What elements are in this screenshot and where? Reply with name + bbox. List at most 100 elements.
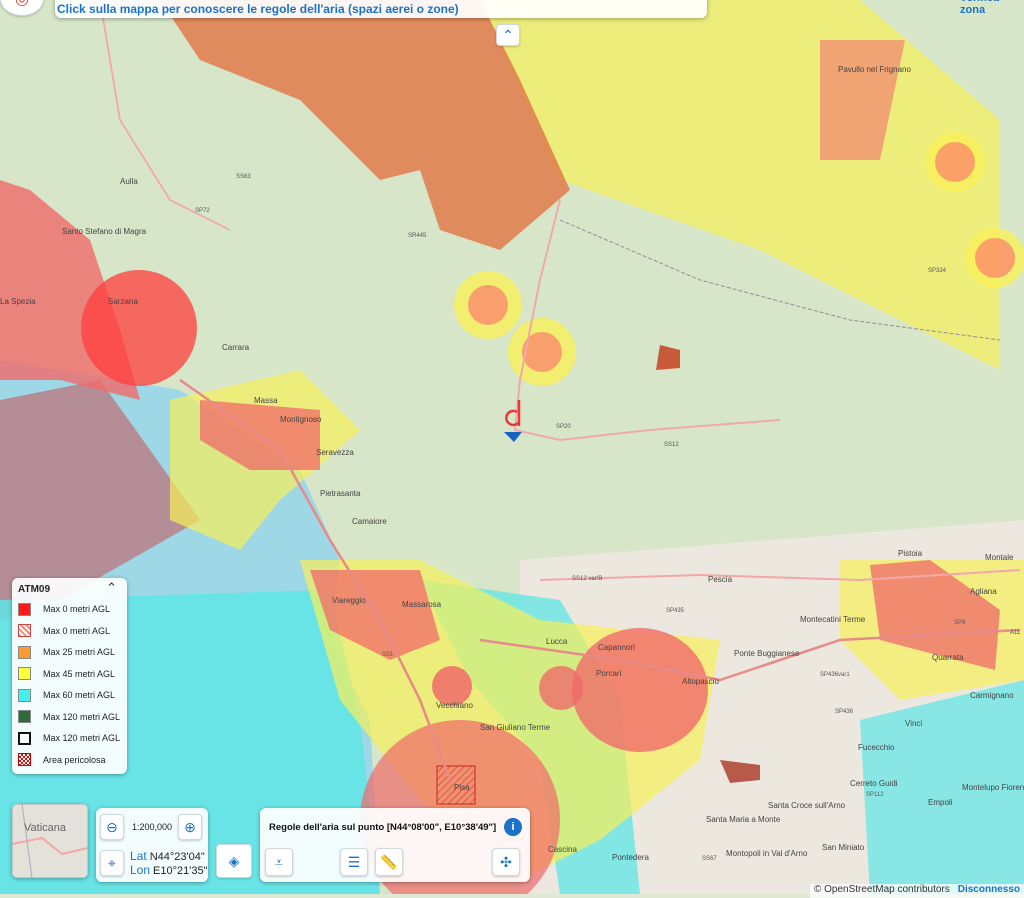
label-santa-croce: Santa Croce sull'Arno (768, 801, 846, 810)
locate-me-button[interactable]: ⌖ (100, 850, 124, 876)
attribution-text[interactable]: © OpenStreetMap contributors (814, 884, 950, 895)
label-pontedera: Pontedera (612, 853, 649, 862)
road-label-sp9: SP9 (954, 620, 966, 626)
label-fucecchio: Fucecchio (858, 743, 895, 752)
legend-item: Max 45 metri AGL (18, 665, 115, 683)
search-text: Click sulla mappa per conoscere le regol… (57, 2, 459, 16)
label-montale: Montale (985, 553, 1014, 562)
filter-icon: ⩡ (275, 853, 283, 870)
legend-label: Area pericolosa (43, 754, 106, 765)
road-label-sp436: SP436 (835, 709, 854, 715)
filter-button[interactable]: ⩡ (265, 848, 293, 876)
legend-label: Max 0 metri AGL (43, 625, 111, 636)
lon-value: E10°21'35" (153, 865, 208, 877)
zoom-out-button[interactable]: ⊖ (100, 814, 124, 840)
legend-label: Max 120 metri AGL (43, 733, 121, 743)
label-montopoli: Montopoli in Val d'Arno (726, 849, 808, 858)
road-label-ss67: SS67 (702, 856, 717, 862)
legend-item: Max 25 metri AGL (18, 643, 115, 661)
drone-button[interactable]: ✣ (492, 848, 520, 876)
legend-collapse-icon[interactable]: ⌃ (106, 580, 117, 596)
drone-icon: ✣ (500, 853, 512, 870)
lat-value: N44°23'04" (149, 851, 205, 863)
label-san-miniato: San Miniato (822, 843, 865, 852)
chevron-up-icon: ⌃ (502, 26, 514, 43)
ruler-icon: 📏 (380, 853, 398, 870)
lat-label: Lat (130, 849, 147, 863)
ruler-button[interactable]: 📏 (375, 848, 403, 876)
road-label-ss63: SS63 (236, 174, 251, 180)
list-icon: ☰ (347, 853, 361, 870)
label-viareggio: Viareggio (332, 596, 366, 605)
legend-label: Max 60 metri AGL (43, 690, 116, 700)
road-label-sr445: SR445 (408, 233, 427, 239)
scale-label: 1:200,000 (132, 822, 173, 832)
label-cascina: Cascina (548, 845, 577, 854)
air-rules-panel: Regole dell'aria sul punto [N44°08'00", … (260, 808, 530, 882)
road-label-sp435: SP435 (666, 608, 685, 614)
legend-item: Max 120 metri AGL (18, 708, 120, 726)
legend-swatch (18, 710, 31, 723)
label-pistoia: Pistoia (898, 549, 923, 558)
label-pisa: Pisa (454, 783, 470, 792)
list-button[interactable]: ☰ (340, 848, 368, 876)
zoom-in-icon: ⊕ (184, 818, 196, 835)
crosshair-icon: ⌖ (108, 854, 116, 871)
legend-label: Max 0 metri AGL (43, 604, 111, 614)
road-label-a11: A11 (1010, 630, 1021, 636)
legend-label: Max 45 metri AGL (43, 668, 116, 679)
label-pescia: Pescia (708, 575, 733, 584)
label-cerreto: Cerreto Guidi (850, 779, 898, 788)
lon-label: Lon (130, 863, 151, 877)
legend-item: Max 0 metri AGL (18, 622, 110, 640)
legend-label: Max 25 metri AGL (43, 647, 116, 657)
map-canvas[interactable]: Aulla Sarzana Carrara Massa Montignoso S… (0, 0, 1024, 894)
label-empoli: Empoli (928, 798, 953, 807)
zone-0m-lucca-airport (539, 666, 583, 710)
label-montelupo: Montelupo Fiorentino (962, 783, 1024, 792)
zone-0m-sarzana (81, 270, 197, 386)
label-santa-maria: Santa Maria a Monte (706, 815, 781, 824)
legend-panel: ATM09 ⌃ Max 0 metri AGL Max 0 metri AGL Ma… (12, 578, 127, 774)
label-capannori: Capannori (598, 643, 635, 652)
legend-item: Max 60 metri AGL (18, 686, 115, 704)
road-label-sp436var1: SP436var1 (820, 672, 850, 678)
label-ponte-buggianese: Ponte Buggianese (734, 649, 800, 658)
label-camaiore: Camaiore (352, 517, 387, 526)
top-search-bar[interactable]: Click sulla mappa per conoscere le regol… (55, 0, 707, 18)
attribution-bar: © OpenStreetMap contributors Disconnesso (809, 884, 1024, 898)
air-rules-title: Regole dell'aria sul punto [N44°08'00", … (269, 822, 497, 833)
minimap[interactable]: Vaticana (12, 804, 88, 878)
label-altopascio: Altopascio (682, 677, 719, 686)
legend-item: Max 120 metri AGL (18, 729, 120, 747)
legend-swatch (18, 688, 31, 702)
legend-swatch (18, 753, 31, 766)
label-lucca: Lucca (546, 637, 568, 646)
verify-zone-link[interactable]: Verifica zona (960, 0, 1024, 16)
zone-0m-c4 (975, 238, 1015, 278)
minimap-label: Vaticana (24, 822, 66, 834)
layers-button[interactable]: ◈ (216, 844, 252, 878)
legend-swatch (18, 731, 31, 745)
legend-item: Max 0 metri AGL (18, 600, 110, 618)
label-san-giuliano: San Giuliano Terme (480, 723, 551, 732)
lat-readout: Lat N44°23'04" (130, 849, 205, 863)
label-seravezza: Seravezza (316, 448, 354, 457)
label-porcari: Porcari (596, 669, 622, 678)
layers-icon: ◈ (228, 852, 240, 869)
label-carmignano: Carmignano (970, 691, 1014, 700)
legend-label: Max 120 metri AGL (43, 711, 121, 722)
collapse-topbar-button[interactable]: ⌃ (496, 24, 520, 46)
label-pavullo: Pavullo nel Frignano (838, 65, 911, 74)
disconnect-status[interactable]: Disconnesso (958, 884, 1020, 895)
road-label-ss1: SS1 (382, 652, 394, 658)
legend-item: Area pericolosa (18, 751, 106, 769)
zoom-in-button[interactable]: ⊕ (178, 814, 202, 840)
legend-swatch (18, 624, 31, 637)
label-montignoso: Montignoso (280, 415, 322, 424)
info-button[interactable]: i (500, 814, 526, 840)
legend-swatch (18, 602, 31, 616)
legend-swatch (18, 645, 31, 659)
label-montecatini: Montecatini Terme (800, 615, 866, 624)
logo-icon: ◎ (15, 0, 29, 9)
